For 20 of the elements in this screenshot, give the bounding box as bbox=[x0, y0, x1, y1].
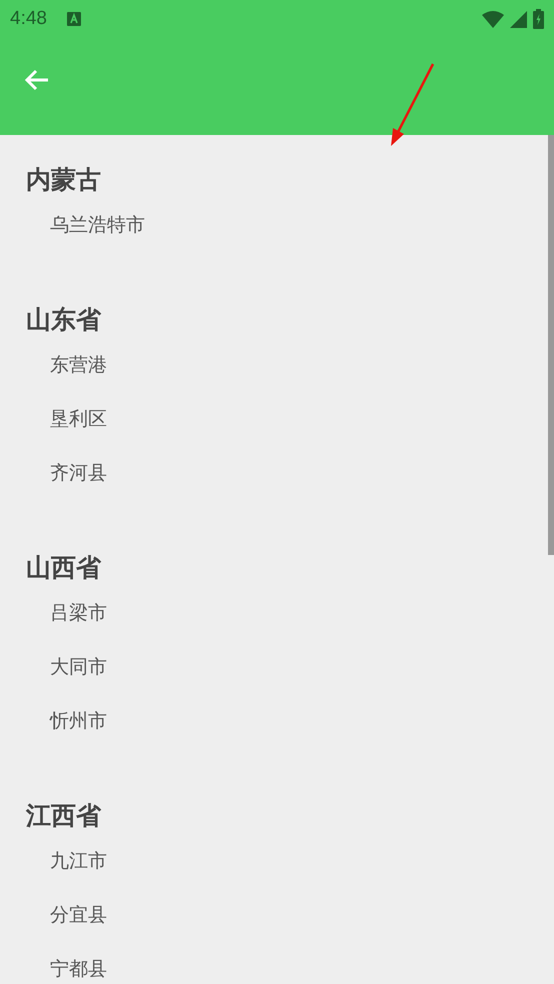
province-heading: 山东省 bbox=[26, 304, 101, 336]
wifi-icon bbox=[482, 10, 504, 28]
back-arrow-icon bbox=[24, 68, 50, 90]
battery-icon bbox=[533, 9, 544, 29]
city-item[interactable]: 忻州市 bbox=[26, 694, 107, 748]
city-item[interactable]: 垦利区 bbox=[26, 392, 107, 446]
province-heading: 山西省 bbox=[26, 552, 101, 584]
keyboard-notification-icon bbox=[66, 12, 81, 26]
city-item[interactable]: 吕梁市 bbox=[26, 586, 107, 640]
province-heading: 江西省 bbox=[26, 800, 101, 832]
status-time: 4:48 bbox=[10, 8, 47, 30]
city-item[interactable]: 分宜县 bbox=[26, 888, 107, 942]
signal-icon bbox=[510, 10, 527, 28]
city-item[interactable]: 齐河县 bbox=[26, 446, 107, 500]
city-item[interactable]: 大同市 bbox=[26, 640, 107, 694]
province-heading: 内蒙古 bbox=[26, 164, 101, 196]
city-item[interactable]: 东营港 bbox=[26, 338, 107, 392]
city-item[interactable]: 九江市 bbox=[26, 834, 107, 888]
city-item[interactable]: 乌兰浩特市 bbox=[26, 198, 145, 252]
city-item[interactable]: 宁都县 bbox=[26, 942, 107, 984]
